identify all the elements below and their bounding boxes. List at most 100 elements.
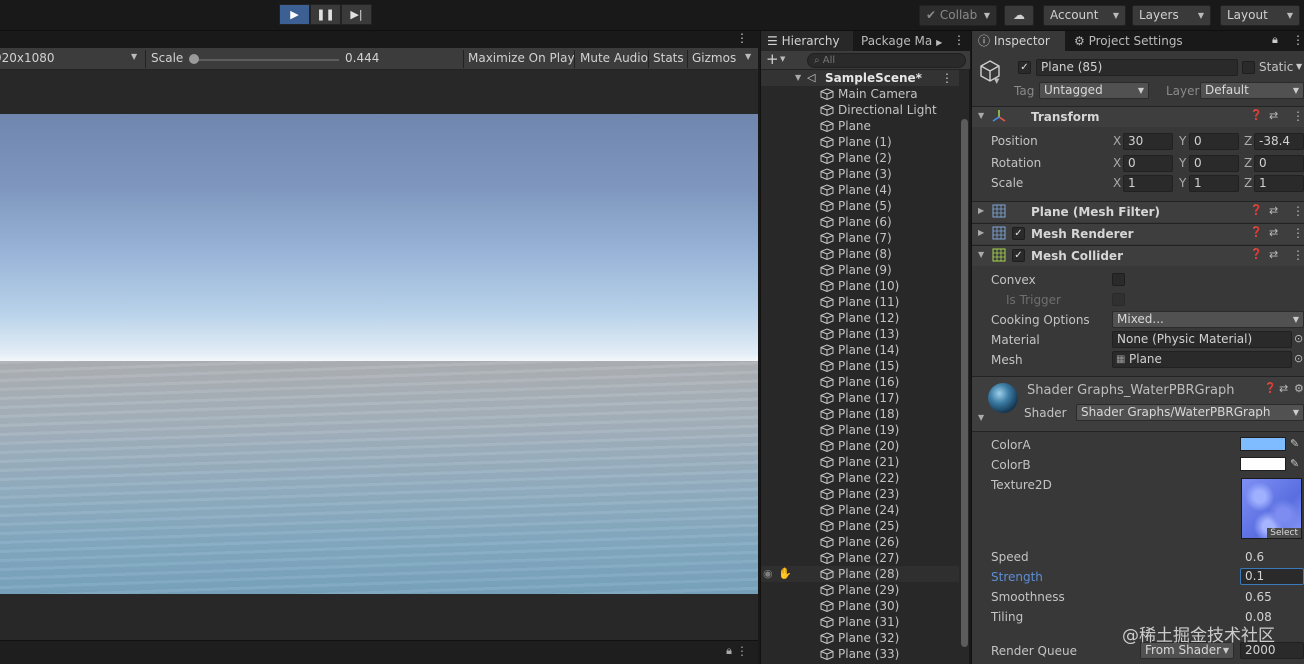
hierarchy-item[interactable]: Plane (15) bbox=[761, 358, 959, 374]
hierarchy-item[interactable]: Plane (20) bbox=[761, 438, 959, 454]
convex-checkbox[interactable] bbox=[1112, 273, 1125, 286]
collab-button[interactable]: ✔ Collab ▼ bbox=[919, 5, 997, 26]
gizmos-toggle[interactable]: Gizmos bbox=[692, 51, 736, 65]
cloud-button[interactable]: ☁ bbox=[1004, 5, 1034, 26]
game-viewport[interactable] bbox=[0, 114, 758, 594]
scale-x-field[interactable]: 1 bbox=[1123, 175, 1173, 192]
hierarchy-item[interactable]: Plane (4) bbox=[761, 182, 959, 198]
chevron-down-icon[interactable]: ▼ bbox=[745, 52, 751, 61]
foldout-arrow-icon[interactable]: ▶ bbox=[978, 206, 984, 215]
foldout-arrow-icon[interactable]: ▼ bbox=[978, 111, 984, 120]
hierarchy-item[interactable]: Plane (22) bbox=[761, 470, 959, 486]
help-icon[interactable]: ❓ bbox=[1250, 110, 1262, 121]
hierarchy-item[interactable]: Plane (14) bbox=[761, 342, 959, 358]
mesh-renderer-enabled-checkbox[interactable]: ✓ bbox=[1012, 227, 1025, 240]
hierarchy-item[interactable]: Plane (1) bbox=[761, 134, 959, 150]
preset-icon[interactable]: ⇄ bbox=[1269, 109, 1278, 122]
chevron-down-icon[interactable]: ▼ bbox=[131, 52, 137, 61]
scale-y-field[interactable]: 1 bbox=[1189, 175, 1239, 192]
physic-material-field[interactable]: None (Physic Material) bbox=[1112, 331, 1292, 348]
foldout-arrow-icon[interactable]: ▼ bbox=[978, 413, 984, 422]
hierarchy-item[interactable]: Plane (26) bbox=[761, 534, 959, 550]
scrollbar-thumb[interactable] bbox=[961, 119, 968, 647]
hierarchy-item[interactable]: Directional Light bbox=[761, 102, 959, 118]
hierarchy-item[interactable]: Plane (31) bbox=[761, 614, 959, 630]
help-icon[interactable]: ❓ bbox=[1250, 249, 1262, 260]
chevron-down-icon[interactable]: ▼ bbox=[780, 55, 785, 63]
layer-dropdown[interactable]: Default ▼ bbox=[1200, 82, 1304, 99]
rotation-x-field[interactable]: 0 bbox=[1123, 155, 1173, 172]
strength-field[interactable]: 0.1 bbox=[1240, 568, 1304, 585]
hierarchy-item[interactable]: Plane (10) bbox=[761, 278, 959, 294]
tab-project-settings[interactable]: ⚙ Project Settings bbox=[1068, 31, 1218, 51]
mute-audio-toggle[interactable]: Mute Audio bbox=[580, 51, 648, 65]
hierarchy-item[interactable]: Plane (2) bbox=[761, 150, 959, 166]
hierarchy-item[interactable]: Plane (9) bbox=[761, 262, 959, 278]
hierarchy-item[interactable]: Plane (19) bbox=[761, 422, 959, 438]
lock-icon[interactable]: 🔒︎ bbox=[726, 644, 732, 658]
hierarchy-item[interactable]: Plane bbox=[761, 118, 959, 134]
help-icon[interactable]: ❓ bbox=[1250, 227, 1262, 238]
scale-z-field[interactable]: 1 bbox=[1254, 175, 1304, 192]
mesh-field[interactable]: ▦ Plane bbox=[1112, 351, 1292, 368]
chevron-down-icon[interactable]: ▼ bbox=[1296, 62, 1302, 71]
smoothness-field[interactable]: 0.65 bbox=[1240, 589, 1304, 606]
kebab-menu-icon[interactable]: ⋮ bbox=[1292, 204, 1304, 218]
hierarchy-item[interactable]: Plane (32) bbox=[761, 630, 959, 646]
lock-icon[interactable]: 🔒︎ bbox=[1272, 33, 1278, 47]
kebab-menu-icon[interactable]: ⋮ bbox=[1292, 226, 1304, 240]
hierarchy-item[interactable]: ◉ ✋ Plane (28) bbox=[761, 566, 959, 582]
object-picker-icon[interactable]: ⊙ bbox=[1294, 352, 1303, 365]
pause-button[interactable]: ❚❚ bbox=[310, 4, 341, 25]
speed-field[interactable]: 0.6 bbox=[1240, 549, 1304, 566]
rotation-y-field[interactable]: 0 bbox=[1189, 155, 1239, 172]
layout-dropdown[interactable]: Layout ▼ bbox=[1220, 5, 1300, 26]
colorA-swatch[interactable] bbox=[1240, 437, 1286, 451]
hierarchy-item[interactable]: Plane (30) bbox=[761, 598, 959, 614]
preset-icon[interactable]: ⇄ bbox=[1279, 382, 1288, 395]
mesh-collider-enabled-checkbox[interactable]: ✓ bbox=[1012, 249, 1025, 262]
preset-icon[interactable]: ⇄ bbox=[1269, 226, 1278, 239]
transform-header[interactable]: ▼ Transform ❓ ⇄ ⋮ bbox=[972, 106, 1304, 127]
tab-hierarchy[interactable]: ☰ Hierarchy bbox=[761, 31, 853, 51]
position-z-field[interactable]: -38.4 bbox=[1254, 133, 1304, 150]
help-icon[interactable]: ❓ bbox=[1250, 205, 1262, 216]
static-checkbox[interactable] bbox=[1242, 61, 1255, 74]
colorB-swatch[interactable] bbox=[1240, 457, 1286, 471]
foldout-arrow-icon[interactable]: ▼ bbox=[795, 70, 801, 86]
help-icon[interactable]: ❓ bbox=[1264, 383, 1276, 394]
position-y-field[interactable]: 0 bbox=[1189, 133, 1239, 150]
mesh-renderer-header[interactable]: ▶ ✓ Mesh Renderer ❓ ⇄ ⋮ bbox=[972, 223, 1304, 244]
pickable-hand-icon[interactable]: ✋ bbox=[778, 566, 792, 582]
cooking-options-dropdown[interactable]: Mixed... ▼ bbox=[1112, 311, 1304, 328]
kebab-menu-icon[interactable]: ⋮ bbox=[941, 70, 953, 86]
chevron-down-icon[interactable]: ▼ bbox=[994, 77, 999, 85]
object-picker-icon[interactable]: ⊙ bbox=[1294, 332, 1303, 345]
maximize-on-play-toggle[interactable]: Maximize On Play bbox=[468, 51, 575, 65]
tag-dropdown[interactable]: Untagged ▼ bbox=[1039, 82, 1149, 99]
object-name-field[interactable]: Plane (85) bbox=[1036, 59, 1238, 76]
play-button[interactable]: ▶ bbox=[279, 4, 310, 25]
texture2d-thumbnail[interactable]: Select bbox=[1241, 478, 1302, 539]
foldout-arrow-icon[interactable]: ▶ bbox=[978, 228, 984, 237]
gear-icon[interactable]: ⚙ bbox=[1294, 382, 1304, 395]
kebab-menu-icon[interactable]: ⋮ bbox=[736, 31, 748, 45]
kebab-menu-icon[interactable]: ⋮ bbox=[1292, 109, 1304, 123]
hierarchy-item[interactable]: Plane (6) bbox=[761, 214, 959, 230]
hierarchy-item[interactable]: Main Camera bbox=[761, 86, 959, 102]
hierarchy-item[interactable]: Plane (25) bbox=[761, 518, 959, 534]
hierarchy-item[interactable]: Plane (12) bbox=[761, 310, 959, 326]
hierarchy-item[interactable]: Plane (16) bbox=[761, 374, 959, 390]
hierarchy-item[interactable]: Plane (17) bbox=[761, 390, 959, 406]
step-button[interactable]: ▶| bbox=[341, 4, 372, 25]
eyedropper-icon[interactable]: ✎ bbox=[1290, 437, 1299, 450]
kebab-menu-icon[interactable]: ⋮ bbox=[1292, 248, 1304, 262]
hierarchy-item[interactable]: Plane (13) bbox=[761, 326, 959, 342]
hierarchy-item[interactable]: Plane (7) bbox=[761, 230, 959, 246]
texture-select-button[interactable]: Select bbox=[1267, 528, 1301, 538]
hierarchy-item[interactable]: Plane (11) bbox=[761, 294, 959, 310]
hierarchy-item[interactable]: Plane (29) bbox=[761, 582, 959, 598]
kebab-menu-icon[interactable]: ⋮ bbox=[736, 644, 748, 658]
hierarchy-search-input[interactable]: ⌕ All bbox=[807, 53, 966, 68]
scale-slider-track[interactable] bbox=[194, 59, 339, 61]
